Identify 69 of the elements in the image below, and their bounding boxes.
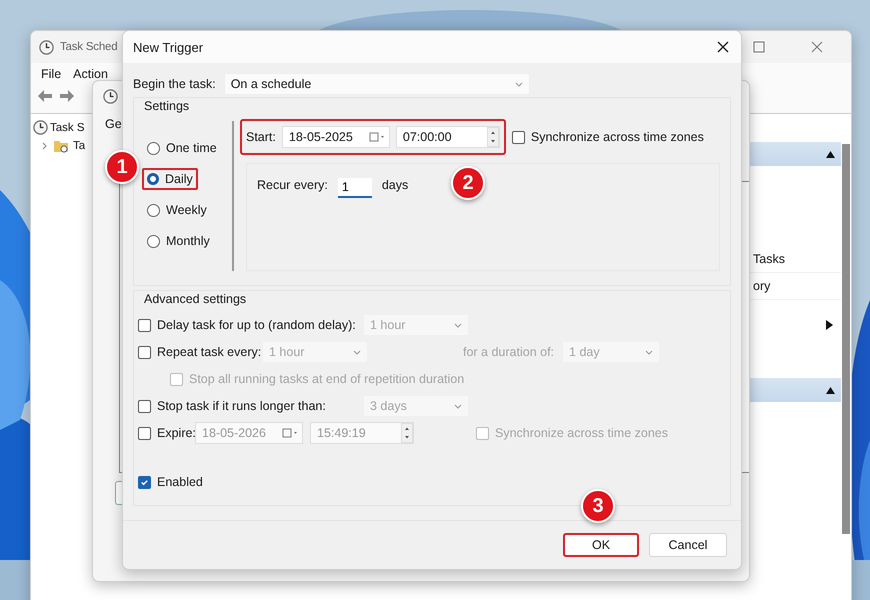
window-title: Task Sched (60, 41, 118, 53)
tab[interactable]: Ge (105, 117, 122, 131)
group-label: Settings (143, 98, 190, 113)
duration-label: for a duration of: (463, 345, 554, 359)
checkbox[interactable] (512, 130, 525, 144)
ok-button[interactable]: OK (563, 533, 639, 557)
back-arrow-icon[interactable] (37, 89, 53, 103)
option-label: Repeat task every: (157, 345, 262, 359)
option-label: Delay task for up to (random delay): (157, 318, 356, 332)
checkbox[interactable] (138, 400, 151, 412)
checkmark-icon (140, 478, 149, 486)
option-label: Synchronize across time zones (495, 426, 668, 440)
tree-item[interactable]: Ta (73, 140, 86, 152)
field-label: Begin the task: (133, 77, 216, 91)
option-label[interactable]: Monthly (166, 234, 210, 248)
cancel-button[interactable]: Cancel (649, 533, 727, 557)
panel-link[interactable]: ory (753, 279, 770, 293)
option-label[interactable]: One time (166, 141, 217, 155)
checkbox[interactable] (138, 318, 151, 332)
clock-icon (33, 120, 48, 135)
time-field[interactable]: 07:00:00 (396, 126, 500, 148)
folder-icon (53, 139, 69, 153)
checkbox[interactable] (138, 426, 151, 440)
option-label: Stop all running tasks at end of repetition duration (189, 372, 464, 386)
field-label: Start: (246, 130, 276, 144)
clock-icon (103, 88, 118, 104)
scrollbar[interactable] (842, 144, 850, 534)
spinner-icon[interactable] (401, 423, 413, 443)
dropdown[interactable]: On a schedule (224, 73, 530, 95)
caret-icon (353, 350, 361, 354)
button[interactable] (115, 481, 122, 505)
checkbox[interactable] (138, 346, 151, 358)
caret-icon (514, 82, 523, 86)
calendar-icon[interactable] (282, 428, 298, 438)
menu-item[interactable]: File (41, 67, 62, 81)
unit-label: days (382, 178, 408, 192)
forward-arrow-icon[interactable] (59, 89, 75, 103)
field-label: Recur every: (257, 178, 328, 192)
collapse-arrow-icon[interactable] (826, 150, 835, 158)
checkbox[interactable] (138, 476, 151, 488)
radio-button[interactable] (147, 173, 159, 185)
dialog-title: New Trigger (133, 40, 204, 54)
clock-icon (39, 40, 54, 54)
option-label[interactable]: Daily (165, 172, 193, 186)
option-label: Synchronize across time zones (530, 130, 704, 144)
option-label: Enabled (157, 475, 203, 489)
input-field[interactable]: 1 (338, 178, 372, 198)
close-icon[interactable] (717, 41, 729, 53)
option-label[interactable]: Weekly (166, 203, 207, 217)
caret-icon (454, 404, 462, 408)
menu-item[interactable]: Action (73, 67, 108, 81)
radio-button[interactable] (147, 142, 160, 154)
radio-button[interactable] (147, 204, 160, 216)
maximize-icon[interactable] (753, 41, 765, 53)
group-label: Advanced settings (143, 291, 248, 306)
checkbox[interactable] (476, 426, 489, 440)
panel-link[interactable]: Tasks (753, 252, 785, 266)
caret-icon (454, 322, 462, 328)
option-label: Expire: (157, 426, 196, 440)
tree-item[interactable]: Task S (50, 122, 85, 134)
date-field[interactable]: 18-05-2025 (282, 126, 390, 148)
caret-icon (645, 350, 654, 354)
collapse-arrow-icon[interactable] (826, 386, 835, 394)
option-label: Stop task if it runs longer than: (157, 399, 326, 413)
spinner-icon[interactable] (486, 127, 499, 147)
submenu-arrow-icon[interactable] (826, 320, 833, 330)
radio-button[interactable] (147, 234, 160, 248)
chevron-icon[interactable] (41, 142, 49, 150)
calendar-icon[interactable] (368, 132, 385, 142)
